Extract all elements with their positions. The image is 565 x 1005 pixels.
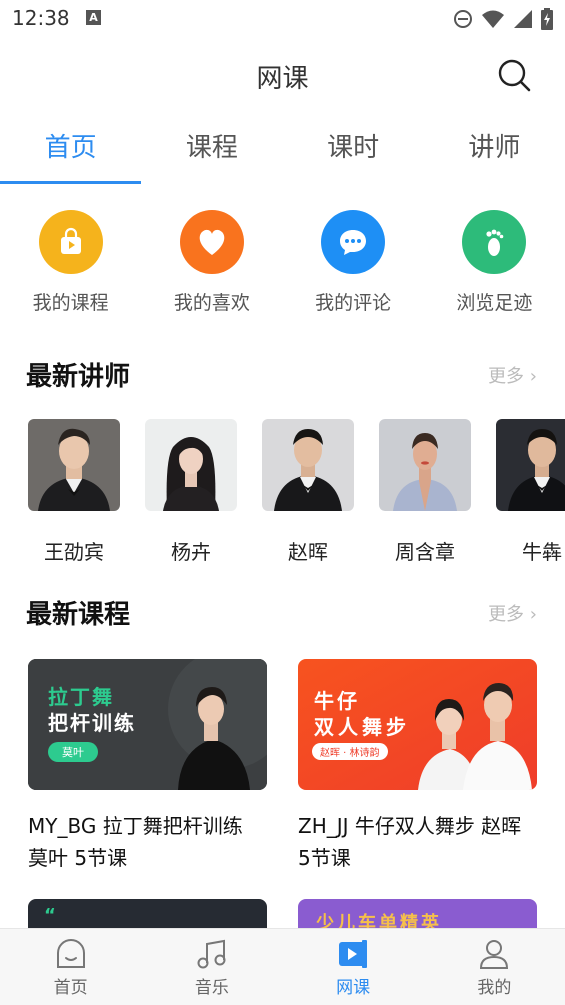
footprint-icon	[486, 229, 504, 256]
status-bar: 12:38 A	[0, 0, 565, 38]
nav-online-course-label: 网课	[336, 978, 371, 998]
quick-my-courses[interactable]: 我的课程	[0, 210, 141, 320]
search-icon	[498, 59, 531, 92]
teacher-card[interactable]: 牛犇	[496, 419, 565, 564]
status-icons	[453, 8, 553, 30]
bottom-nav: 首页 音乐 网课 我的	[0, 928, 565, 1005]
nav-mine-label: 我的	[477, 978, 512, 998]
banner-tag: 莫叶	[48, 742, 98, 762]
teachers-section-title: 最新讲师	[26, 362, 131, 392]
teachers-list: 王劭宾 杨卉 赵晖 周含章 牛犇	[28, 419, 565, 569]
courses-section-header: 最新课程 更多 ›	[26, 594, 537, 634]
page-title: 网课	[256, 64, 309, 94]
banner-line1: 拉丁舞	[48, 685, 114, 709]
search-button[interactable]	[497, 58, 531, 92]
course-banner: 拉丁舞 把杆训练 莫叶	[28, 659, 267, 790]
do-not-disturb-icon	[454, 10, 472, 28]
teacher-name: 杨卉	[171, 540, 211, 564]
teachers-more-link[interactable]: 更多 ›	[488, 362, 537, 388]
video-course-icon	[339, 940, 368, 968]
banner-tag: 赵晖 · 林诗韵	[312, 743, 388, 760]
banner-line2: 把杆训练	[48, 711, 136, 735]
tab-lessons[interactable]: 课时	[283, 114, 424, 184]
teachers-more-label: 更多	[488, 366, 525, 387]
partial-banner-text: 少儿车单精英	[316, 913, 442, 928]
profile-icon	[480, 940, 509, 969]
wifi-icon	[482, 10, 504, 28]
courses-section-title: 最新课程	[26, 600, 131, 630]
teacher-card[interactable]: 杨卉	[145, 419, 237, 564]
course-card-partial[interactable]: “	[28, 899, 267, 928]
my-courses-label: 我的课程	[32, 292, 109, 314]
teacher-card[interactable]: 周含章	[379, 419, 471, 564]
quick-actions: 我的课程 我的喜欢 我的评论 浏览足迹	[0, 210, 565, 320]
status-time: 12:38	[12, 6, 70, 30]
nav-home-label: 首页	[53, 978, 88, 998]
teachers-section-header: 最新讲师 更多 ›	[26, 356, 537, 396]
teacher-card[interactable]: 赵晖	[262, 419, 354, 564]
courses-more-link[interactable]: 更多 ›	[488, 600, 537, 626]
chevron-right-icon: ›	[529, 604, 537, 625]
nav-music[interactable]: 音乐	[141, 929, 282, 1005]
battery-icon	[541, 8, 553, 30]
quote-icon: “	[44, 905, 56, 926]
tab-teachers[interactable]: 讲师	[424, 114, 565, 184]
course-banner: 牛仔 双人舞步 赵晖 · 林诗韵	[298, 659, 537, 790]
nav-mine[interactable]: 我的	[424, 929, 565, 1005]
course-title: ZH_JJ 牛仔双人舞步 赵晖 5节课	[298, 814, 522, 870]
my-comments-circle	[321, 210, 386, 274]
quick-my-likes[interactable]: 我的喜欢	[141, 210, 282, 320]
teacher-card[interactable]: 王劭宾	[28, 419, 120, 564]
nav-home[interactable]: 首页	[0, 929, 141, 1005]
tab-bar: 首页 课程 课时 讲师	[0, 114, 565, 184]
browse-history-circle	[462, 210, 527, 274]
tab-courses[interactable]: 课程	[141, 114, 282, 184]
comment-icon	[340, 230, 367, 255]
course-card-partial[interactable]: 少儿车单精英	[298, 899, 537, 928]
chevron-right-icon: ›	[529, 366, 537, 387]
course-card[interactable]: 牛仔 双人舞步 赵晖 · 林诗韵 ZH_JJ 牛仔双人舞步 赵晖 5节课	[298, 659, 537, 874]
home-icon	[56, 939, 85, 968]
course-title: MY_BG 拉丁舞把杆训练 莫叶 5节课	[28, 814, 243, 870]
signal-icon	[514, 10, 532, 28]
teacher-avatar	[28, 419, 120, 511]
heart-icon	[199, 229, 225, 255]
teacher-name: 周含章	[395, 540, 455, 564]
teacher-avatar	[145, 419, 237, 511]
my-likes-circle	[179, 210, 244, 274]
banner-line1: 牛仔	[314, 689, 360, 713]
tab-home[interactable]: 首页	[0, 114, 142, 184]
teacher-avatar	[496, 419, 565, 511]
notification-badge-icon: A	[86, 10, 101, 25]
music-note-icon	[197, 939, 226, 969]
app-header: 网课	[0, 38, 565, 114]
nav-online-course[interactable]: 网课	[283, 929, 424, 1005]
course-card[interactable]: 拉丁舞 把杆训练 莫叶 MY_BG 拉丁舞把杆训练 莫叶 5节课	[28, 659, 267, 874]
courses-more-label: 更多	[488, 604, 525, 625]
teacher-avatar	[262, 419, 354, 511]
my-comments-label: 我的评论	[315, 292, 392, 314]
banner-line2: 双人舞步	[314, 715, 410, 739]
nav-music-label: 音乐	[194, 978, 229, 998]
browse-history-label: 浏览足迹	[456, 292, 533, 314]
teacher-name: 王劭宾	[44, 540, 104, 564]
quick-my-comments[interactable]: 我的评论	[283, 210, 424, 320]
shopping-bag-icon	[60, 227, 81, 254]
teacher-name: 牛犇	[522, 540, 562, 564]
my-likes-label: 我的喜欢	[173, 292, 250, 314]
teacher-name: 赵晖	[288, 540, 328, 564]
teacher-avatar	[379, 419, 471, 511]
my-courses-circle	[38, 210, 103, 274]
quick-browse-history[interactable]: 浏览足迹	[424, 210, 565, 320]
